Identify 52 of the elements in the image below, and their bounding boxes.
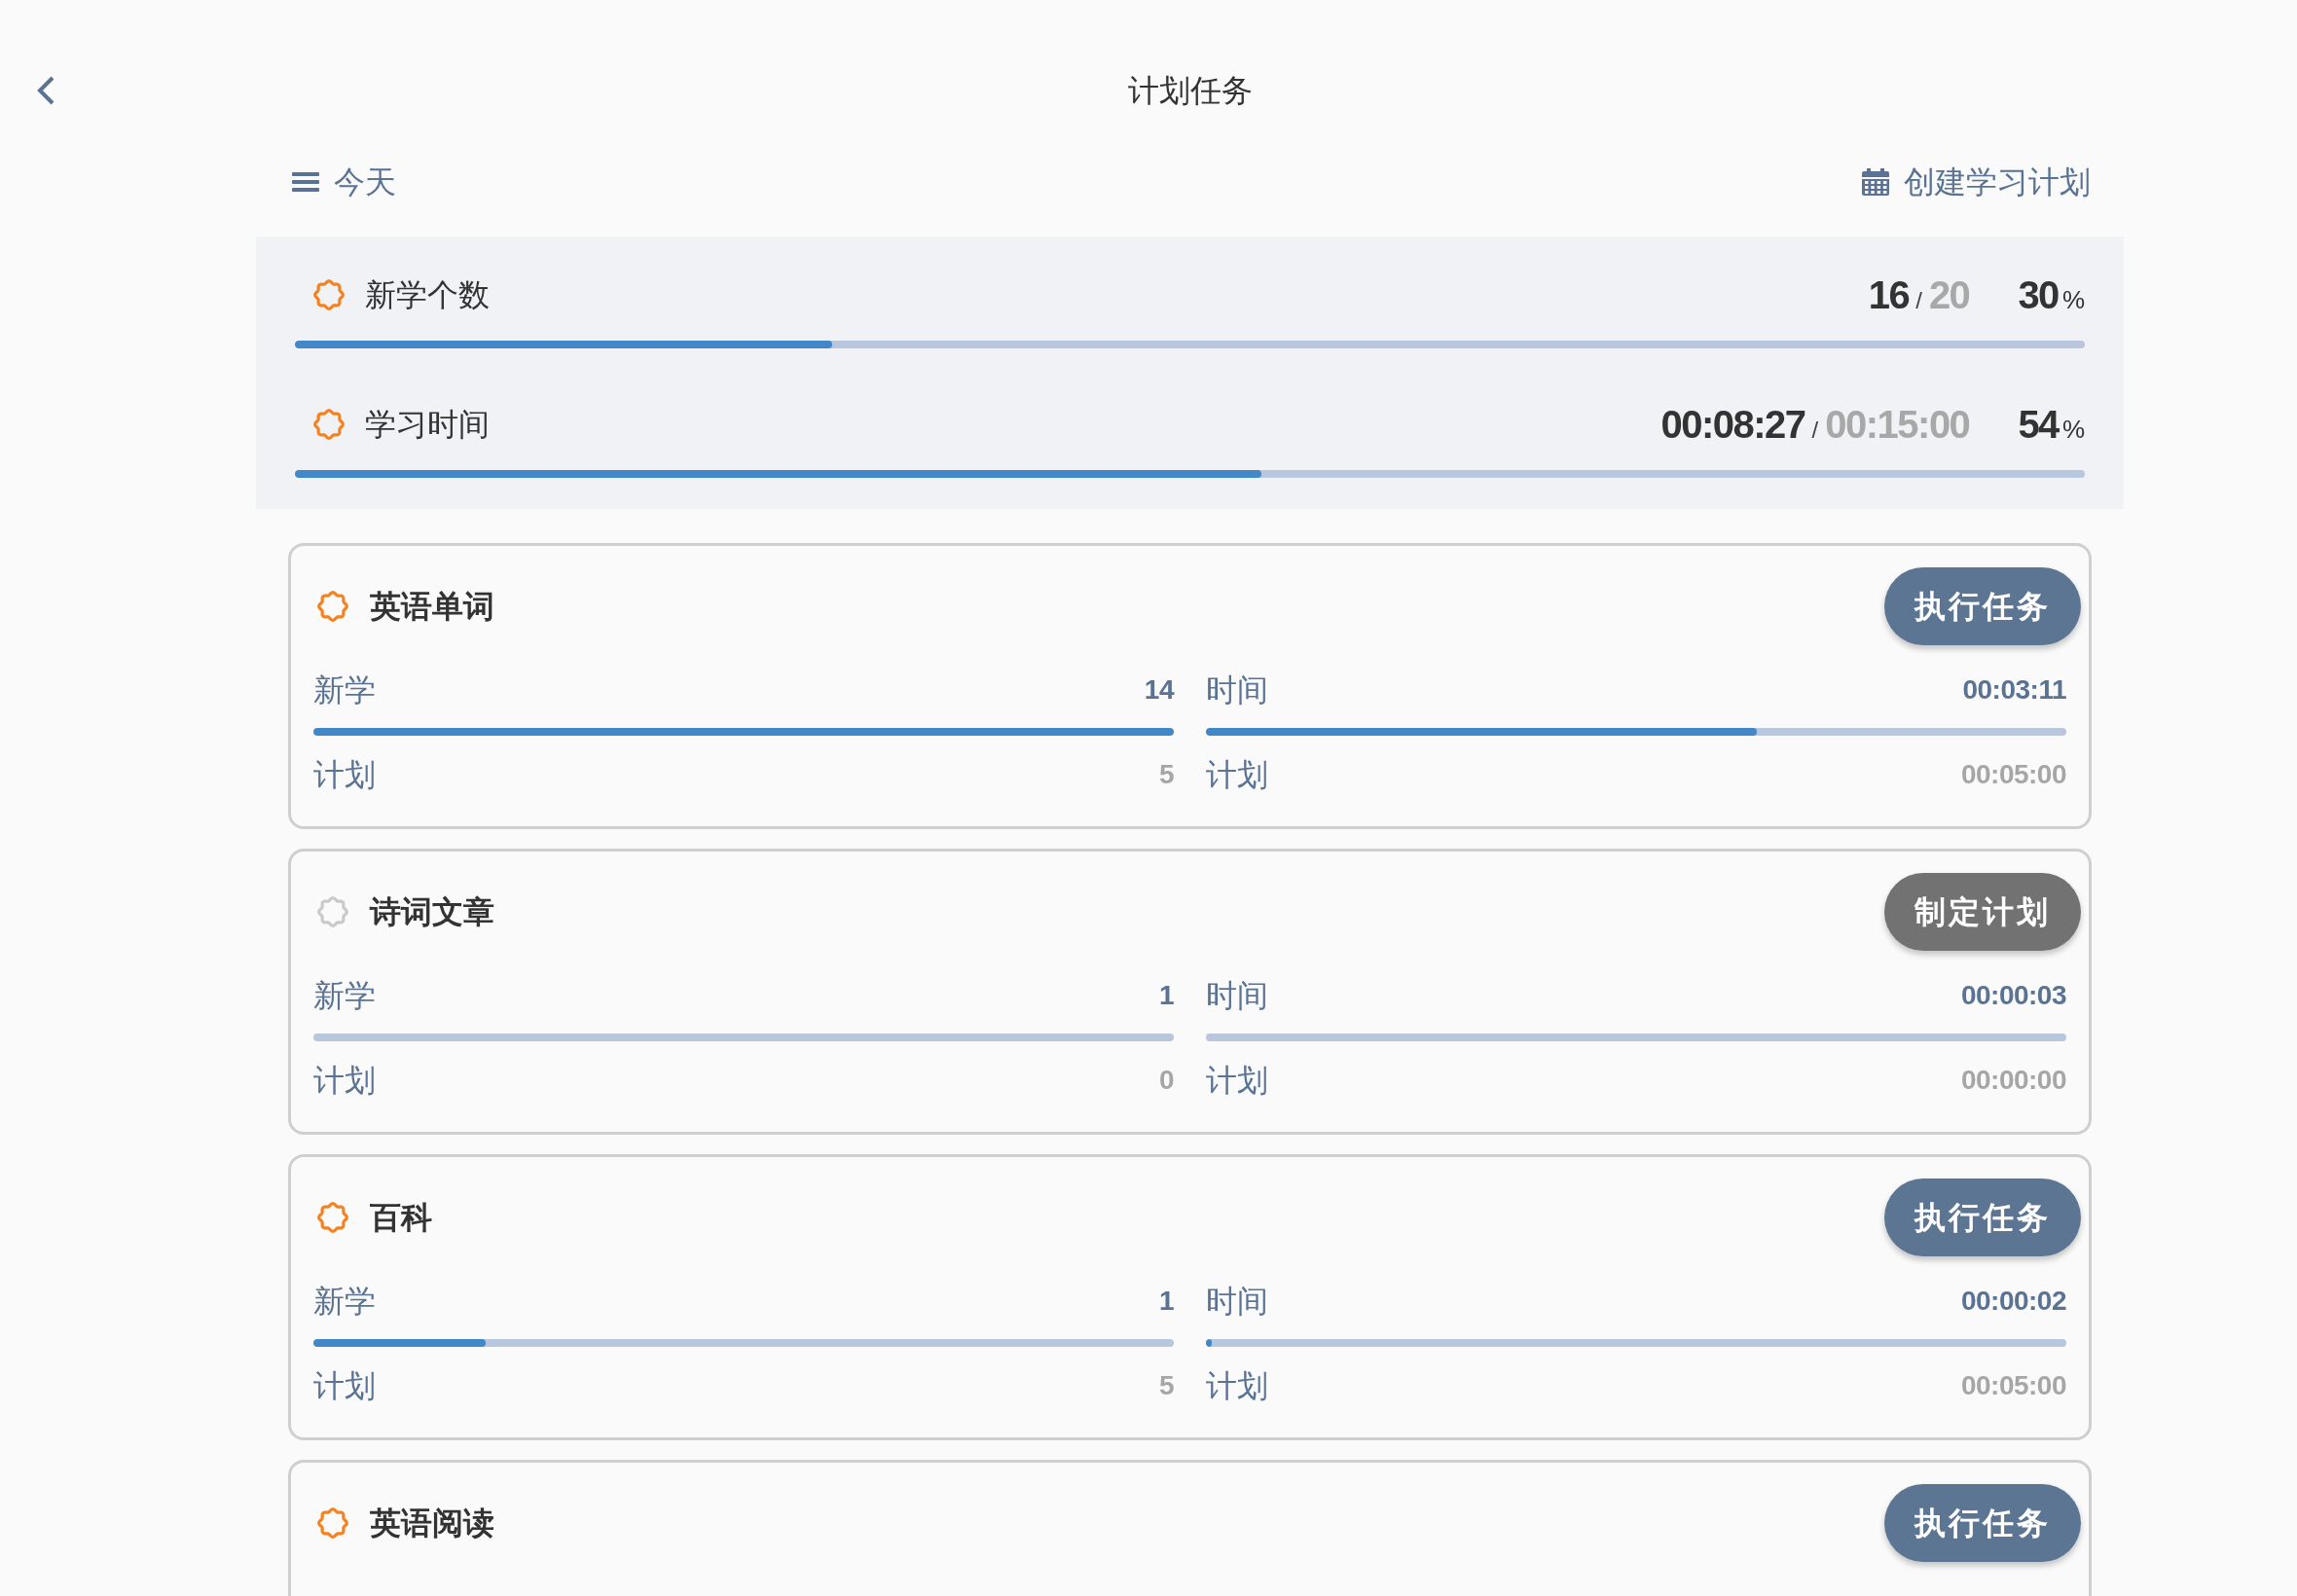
stat-value: 00:03:11: [1962, 673, 2066, 707]
separator-text: /: [1915, 289, 1922, 312]
plan-label: 计划: [313, 1367, 376, 1405]
calendar-icon: [1862, 168, 1889, 196]
plan-value: 5: [1158, 758, 1174, 791]
badge-icon: [313, 409, 345, 440]
separator-text: /: [1811, 418, 1819, 442]
percent-value: 54: [2018, 405, 2059, 444]
badge-icon: [313, 279, 345, 310]
summary-label: 学习时间: [365, 406, 490, 444]
stat-label: 新学: [313, 671, 376, 709]
plan-label: 计划: [1206, 1367, 1268, 1405]
stat-value: 1: [1158, 1285, 1174, 1318]
target-value: 20: [1928, 275, 1970, 314]
stat-value: 00:00:03: [1960, 979, 2066, 1012]
run-task-button[interactable]: 执行任务: [1884, 567, 2081, 645]
percent-sign: %: [2061, 417, 2085, 442]
plan-value: 00:05:00: [1960, 758, 2066, 791]
run-task-button[interactable]: 执行任务: [1884, 1484, 2081, 1562]
plan-value: 0: [1158, 1064, 1174, 1097]
stat-label: 新学: [313, 977, 376, 1015]
plan-label: 计划: [1206, 756, 1268, 794]
percent-sign: %: [2061, 287, 2085, 312]
back-icon[interactable]: [35, 76, 56, 105]
make-plan-button[interactable]: 制定计划: [1884, 873, 2081, 951]
stat-label: 时间: [1206, 1283, 1268, 1321]
today-button[interactable]: 今天: [292, 156, 396, 208]
task-title: 诗词文章: [370, 893, 494, 931]
plan-value: 5: [1158, 1369, 1174, 1402]
percent-value: 30: [2018, 275, 2059, 314]
task-title: 英语阅读: [370, 1505, 494, 1542]
done-value: 16: [1868, 275, 1910, 314]
menu-icon: [292, 172, 319, 192]
plan-value: 00:00:00: [1960, 1064, 2066, 1097]
plan-label: 计划: [313, 1062, 376, 1100]
summary-label: 新学个数: [365, 276, 490, 314]
stat-value: 1: [1158, 979, 1174, 1012]
plan-label: 计划: [1206, 1062, 1268, 1100]
plan-value: 00:05:00: [1960, 1369, 2066, 1402]
create-plan-link[interactable]: 创建学习计划: [1862, 156, 2091, 208]
stat-label: 时间: [1206, 671, 1268, 709]
target-value: 00:15:00: [1825, 405, 1970, 444]
stat-value: 00:00:02: [1960, 1285, 2066, 1318]
page-title: 计划任务: [1127, 72, 1253, 110]
run-task-button[interactable]: 执行任务: [1884, 1179, 2081, 1256]
stat-label: 时间: [1206, 977, 1268, 1015]
stat-value: 14: [1144, 673, 1174, 707]
plan-label: 计划: [313, 756, 376, 794]
task-title: 百科: [370, 1199, 432, 1237]
task-title: 英语单词: [370, 588, 494, 626]
done-value: 00:08:27: [1660, 405, 1805, 444]
stat-label: 新学: [313, 1283, 376, 1321]
